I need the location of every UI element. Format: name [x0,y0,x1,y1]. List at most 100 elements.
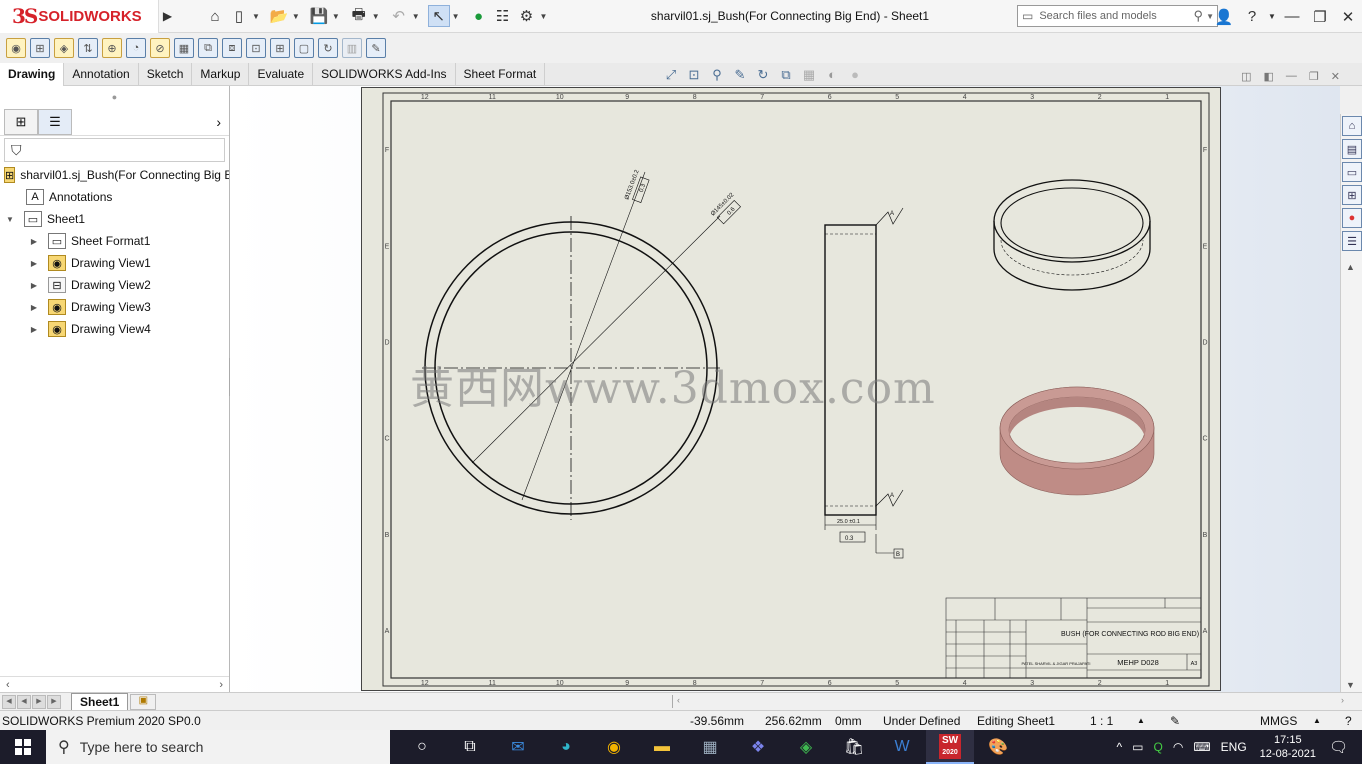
panel-expand-arrow-icon[interactable]: › [216,114,221,130]
tree-root[interactable]: ⊞ sharvil01.sj_Bush(For Connecting Big E [0,164,229,186]
rail-scroll-down-icon[interactable]: ▼ [1346,680,1355,690]
title-block[interactable] [945,597,1202,679]
add-sheet-icon[interactable]: ▣ [130,693,157,710]
isometric-wireframe-view[interactable] [993,179,1151,291]
front-view[interactable]: Ø153.0±0.2 0.3 Ø145±0.02 0.6 [422,169,744,520]
panel-handle[interactable]: ● [0,86,229,108]
file-explorer-icon[interactable]: ▬ [638,730,686,764]
undo-icon[interactable]: ↶ [388,5,410,27]
graphics-horizontal-scrollbar[interactable]: ‹ › [672,695,1348,708]
doc-minimize-icon[interactable]: — [1286,70,1297,83]
battery-icon[interactable]: ▭ [1127,740,1148,754]
search-input[interactable]: ▭ Search files and models ⚲ ▼ [1017,5,1218,27]
crop-view-icon[interactable]: ▦ [174,38,194,58]
tree-item-sheet1[interactable]: ▼ ▭ Sheet1 [0,208,229,230]
feature-manager-tab-icon[interactable]: ⊞ [4,108,38,135]
restore-icon[interactable]: ❐ [1306,8,1334,26]
status-units[interactable]: MMGS [1260,714,1297,728]
cortana-icon[interactable]: ○ [398,730,446,764]
view-settings-icon[interactable]: ◐ [823,67,841,85]
tree-item-sheet-format1[interactable]: ▶ ▭ Sheet Format1 [0,230,229,252]
minimize-icon[interactable]: — [1278,8,1306,25]
layout-icon[interactable]: ▥ [342,38,362,58]
maps-icon[interactable]: ◈ [782,730,830,764]
solidworks-resources-home-icon[interactable]: ⌂ [1342,116,1362,136]
language-indicator[interactable]: ENG [1216,740,1252,754]
edge-icon[interactable]: ◕ [542,730,590,764]
print-dropdown-icon[interactable]: ▼ [372,12,380,21]
close-icon[interactable]: ✕ [1334,8,1362,26]
task-view-icon[interactable]: ⧉ [446,730,494,764]
solidworks-logo[interactable]: 3S SOLIDWORKS [0,0,158,33]
search-icon[interactable]: ⚲ [1194,8,1204,24]
sheet-tab-sheet1[interactable]: Sheet1 [71,693,129,710]
scroll-left-icon[interactable]: ‹ [6,679,10,691]
wifi-icon[interactable]: ◠ [1168,740,1188,754]
appearances-icon[interactable]: ● [1342,208,1362,228]
solidworks-taskbar-icon[interactable]: SW 2020 [926,730,974,764]
standard-3-view-icon[interactable]: ⧈ [222,38,242,58]
expand-arrow-icon[interactable]: ▶ [28,281,40,290]
zoom-to-area-icon[interactable]: ⊡ [685,67,703,85]
undo-dropdown-icon[interactable]: ▼ [412,12,420,21]
options-gear-icon[interactable]: ⚙ [516,5,538,27]
tree-item-drawing-view4[interactable]: ▶ ◉ Drawing View4 [0,318,229,340]
store-icon[interactable]: 🛍 [830,730,878,764]
doc-tile-icon[interactable]: ◫ [1241,70,1251,83]
expand-arrow-icon[interactable]: ▶ [28,259,40,268]
zoom-in-out-icon[interactable]: ⚲ [708,67,726,85]
isometric-shaded-view[interactable] [999,386,1155,496]
file-explorer-icon[interactable]: ▭ [1342,162,1362,182]
model-view-icon[interactable]: ◉ [6,38,26,58]
new-dropdown-icon[interactable]: ▼ [252,12,260,21]
doc-close-icon[interactable]: ✕ [1331,70,1340,83]
print-icon[interactable]: 🖶 [348,5,370,27]
rebuild-traffic-light-icon[interactable]: ● [468,5,490,27]
empty-view-icon[interactable]: ▢ [294,38,314,58]
help-status-icon[interactable]: ? [1345,714,1352,728]
broken-out-section-icon[interactable]: ◔ [126,38,146,58]
tab-annotation[interactable]: Annotation [64,63,139,86]
scroll-right-icon[interactable]: › [219,679,223,691]
tab-solidworks-add-ins[interactable]: SOLIDWORKS Add-Ins [313,63,456,86]
projected-view-icon[interactable]: ⊞ [30,38,50,58]
relative-view-icon[interactable]: ⊡ [246,38,266,58]
word-icon[interactable]: W [878,730,926,764]
rail-scroll-up-icon[interactable]: ▲ [1346,262,1355,272]
view-palette-icon[interactable]: ⊞ [1342,185,1362,205]
display-style-icon[interactable]: ● [846,67,864,85]
open-folder-icon[interactable]: 📂 [268,5,290,27]
drawing-tools-icon[interactable]: ✎ [366,38,386,58]
tray-expand-icon[interactable]: ^ [1112,740,1128,754]
predefined-view-icon[interactable]: ⊞ [270,38,290,58]
save-dropdown-icon[interactable]: ▼ [332,12,340,21]
user-account-icon[interactable]: 👤 [1210,8,1238,26]
units-dropdown-icon[interactable]: ▲ [1313,716,1321,725]
mail-icon[interactable]: ✉ [494,730,542,764]
save-icon[interactable]: 💾 [308,5,330,27]
first-sheet-icon[interactable]: ◀ [2,694,16,709]
paint-icon[interactable]: 🎨 [974,730,1022,764]
update-view-icon[interactable]: ↻ [318,38,338,58]
keyboard-icon[interactable]: ⌨ [1188,740,1215,754]
tree-item-annotations[interactable]: A Annotations [0,186,229,208]
tree-item-drawing-view3[interactable]: ▶ ◉ Drawing View3 [0,296,229,318]
alternate-position-icon[interactable]: ⧉ [198,38,218,58]
break-icon[interactable]: ⊘ [150,38,170,58]
clock[interactable]: 17:15 12-08-2021 [1252,733,1324,761]
3d-drawing-view-icon[interactable]: ⧉ [777,67,795,85]
tab-evaluate[interactable]: Evaluate [249,63,314,86]
expand-arrow-icon[interactable]: ▶ [28,303,40,312]
zoom-to-fit-icon[interactable]: ⤢ [662,67,680,85]
open-dropdown-icon[interactable]: ▼ [292,12,300,21]
tree-item-drawing-view1[interactable]: ▶ ◉ Drawing View1 [0,252,229,274]
auxiliary-view-icon[interactable]: ◈ [54,38,74,58]
prev-sheet-icon[interactable]: ◀ [17,694,31,709]
help-dropdown-icon[interactable]: ▼ [1266,12,1278,21]
scale-dropdown-icon[interactable]: ▲ [1137,716,1145,725]
new-document-icon[interactable]: ▯ [228,5,250,27]
calculator-icon[interactable]: ▦ [686,730,734,764]
select-dropdown-icon[interactable]: ▼ [452,12,460,21]
doc-cascade-icon[interactable]: ◧ [1264,70,1274,83]
quick-tips-icon[interactable]: ✎ [1170,714,1180,728]
